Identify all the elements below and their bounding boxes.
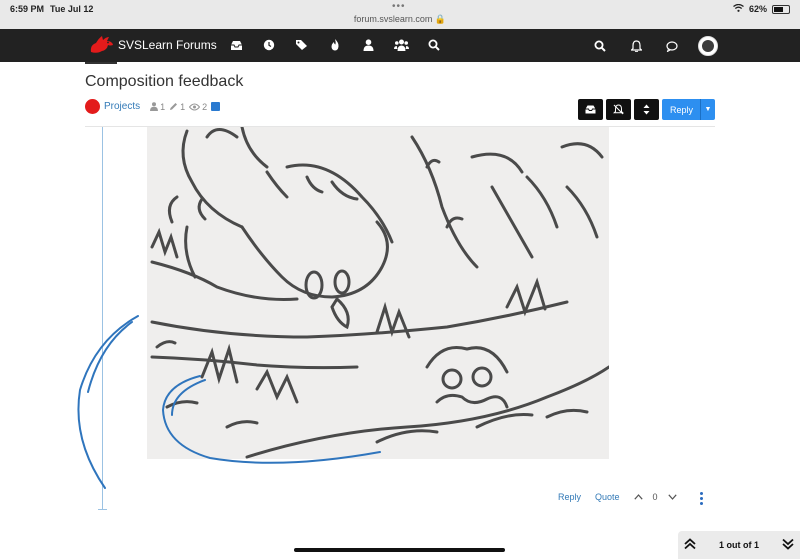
category-icon[interactable]: [85, 99, 100, 114]
caret-down-icon[interactable]: ▼: [701, 106, 715, 113]
sketch-drawing: [150, 127, 609, 459]
status-date: Tue Jul 12: [50, 4, 94, 14]
category-link[interactable]: Projects: [104, 101, 140, 112]
post-menu-icon[interactable]: [700, 492, 704, 505]
top-navbar: SVSLearn Forums: [0, 29, 800, 62]
topic-tools: [578, 99, 659, 120]
main-nav: [226, 37, 444, 53]
double-chevron-down-icon[interactable]: [776, 538, 800, 553]
avatar-image: [702, 40, 714, 52]
sort-button[interactable]: [634, 99, 659, 120]
posters-stat: 1: [150, 102, 165, 112]
clock-icon[interactable]: [259, 37, 279, 53]
vote-count: 0: [652, 492, 658, 502]
post-timeline-end: [98, 509, 107, 510]
home-indicator[interactable]: [294, 548, 505, 552]
watch-toggle-button[interactable]: [606, 99, 631, 120]
status-bar: 6:59 PM Tue Jul 12 ••• forum.svslearn.co…: [0, 0, 800, 29]
wifi-icon: [733, 3, 744, 14]
post-image[interactable]: [147, 127, 609, 459]
kebab-dot: [700, 502, 703, 505]
kebab-dot: [700, 492, 703, 495]
user-nav: [590, 36, 718, 56]
mark-unread-button[interactable]: [578, 99, 603, 120]
tags-icon[interactable]: [292, 37, 312, 53]
fire-icon[interactable]: [325, 37, 345, 53]
brand-link[interactable]: SVSLearn Forums: [88, 35, 217, 55]
address-bar[interactable]: forum.svslearn.com 🔒: [0, 14, 800, 25]
posts-stat: 1: [169, 102, 185, 112]
views-stat: 2: [189, 102, 207, 112]
svs-logo-icon: [90, 36, 113, 53]
page-title: Composition feedback: [85, 73, 244, 90]
user-icon: [150, 102, 159, 111]
user-icon[interactable]: [358, 37, 378, 53]
posters-count: 1: [160, 101, 166, 112]
sort-icon: [643, 104, 650, 115]
pagination-count[interactable]: 1 out of 1: [702, 540, 776, 550]
post-reply-link[interactable]: Reply: [558, 492, 581, 502]
reply-button[interactable]: Reply ▼: [662, 99, 715, 120]
topic-meta: Projects 1 1 2: [85, 99, 221, 114]
inbox-icon: [585, 105, 596, 114]
pencil-icon: [170, 103, 178, 110]
chat-icon[interactable]: [662, 38, 682, 54]
brand-title: SVSLearn Forums: [118, 38, 217, 52]
eye-icon: [189, 103, 201, 110]
double-chevron-up-icon[interactable]: [678, 537, 702, 553]
avatar[interactable]: [698, 36, 718, 56]
bell-slash-icon: [613, 104, 624, 115]
users-icon[interactable]: [391, 37, 411, 53]
posts-count: 1: [180, 101, 186, 112]
inbox-icon[interactable]: [226, 37, 246, 53]
search-icon[interactable]: [590, 38, 610, 54]
reply-button-label: Reply: [670, 104, 694, 115]
post-timeline-line: [102, 127, 103, 509]
url-text: forum.svslearn.com: [353, 14, 433, 24]
status-time: 6:59 PM: [10, 4, 45, 14]
pagination-bar: 1 out of 1: [678, 531, 800, 559]
battery-icon: [772, 4, 790, 14]
post-actions: Reply Quote 0: [558, 492, 677, 502]
more-dots-icon[interactable]: •••: [392, 1, 406, 12]
post-quote-link[interactable]: Quote: [595, 492, 620, 502]
battery-percent: 62%: [748, 4, 767, 14]
header-accent-line: [85, 62, 117, 64]
search-icon[interactable]: [424, 37, 444, 53]
bell-icon[interactable]: [626, 38, 646, 54]
views-count: 2: [202, 101, 208, 112]
downvote-icon[interactable]: [667, 492, 677, 502]
upvote-icon[interactable]: [633, 492, 643, 502]
status-right: 62%: [733, 3, 790, 14]
rss-icon[interactable]: [211, 102, 221, 111]
kebab-dot: [700, 497, 703, 500]
